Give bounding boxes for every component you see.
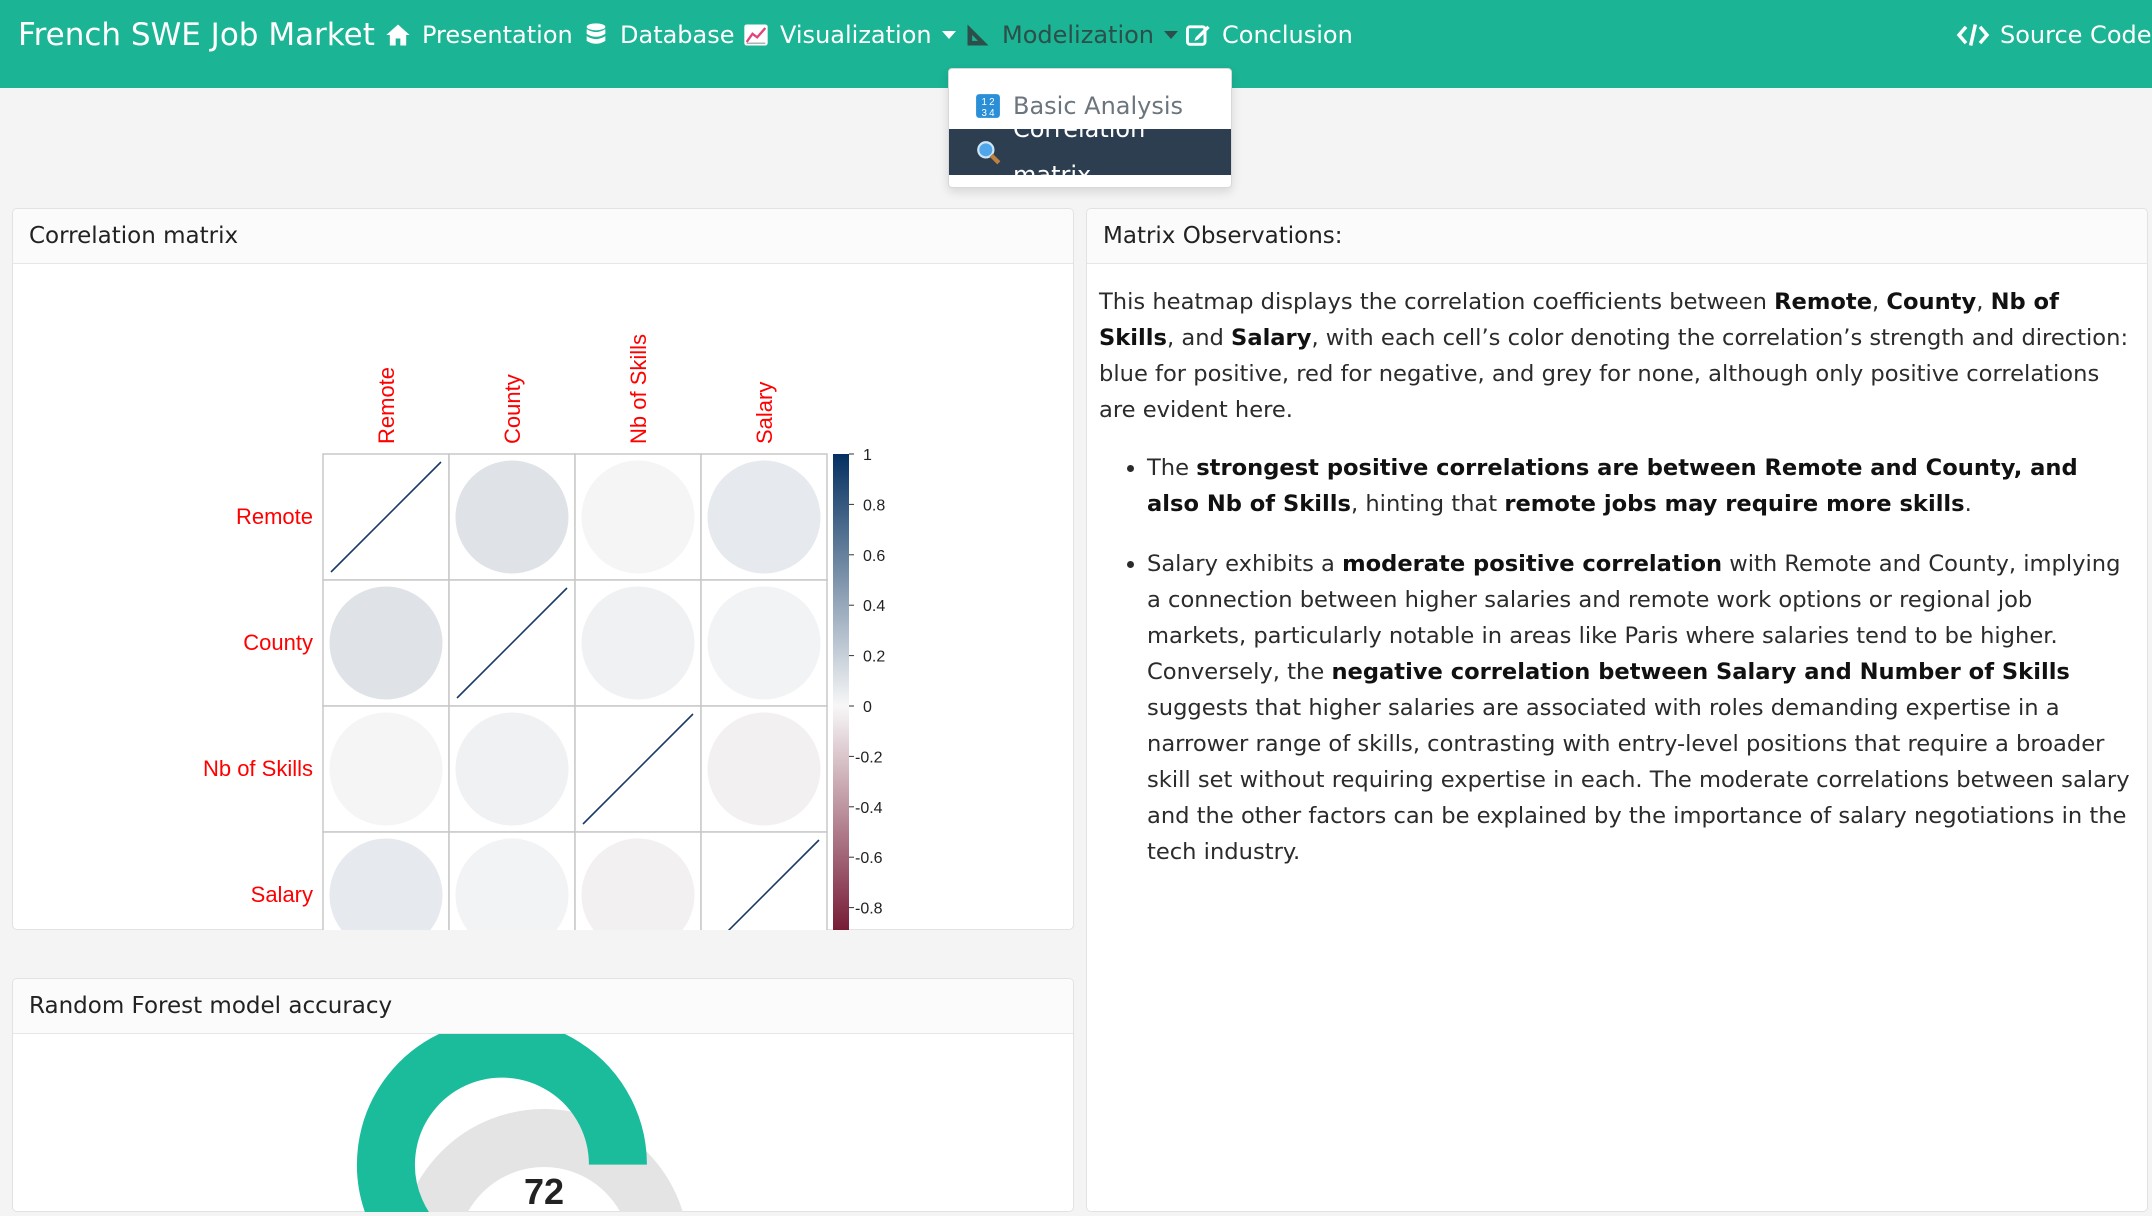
magnifier-icon xyxy=(977,141,1001,165)
colorbar xyxy=(833,454,849,958)
ruler-icon xyxy=(967,24,989,46)
chart-icon xyxy=(744,24,768,46)
random-forest-card-title: Random Forest model accuracy xyxy=(13,979,1073,1034)
heatmap-circle xyxy=(329,712,443,826)
correlation-heatmap: Remote County Nb of Skills Salary Remote Coun… xyxy=(203,334,885,968)
svg-text:2: 2 xyxy=(989,97,994,108)
nav-database-label: Database xyxy=(620,21,735,49)
correlation-matrix-card: Correlation matrix Remote County Nb of Ski… xyxy=(12,208,1074,968)
edit-icon xyxy=(1186,25,1210,46)
colorbar-tick-label: -0.6 xyxy=(855,850,883,867)
chevron-down-icon xyxy=(941,31,956,39)
colorbar-tick-label: -0.4 xyxy=(855,800,883,817)
colorbar-tick-label: 0 xyxy=(863,699,872,716)
matrix-observations-card: Matrix Observations: This heatmap displa… xyxy=(1086,208,2148,1212)
svg-text:1: 1 xyxy=(982,97,987,108)
database-icon xyxy=(586,23,606,44)
code-icon xyxy=(1956,24,1990,46)
column-label: Nb of Skills xyxy=(626,334,651,444)
heatmap-circle xyxy=(707,586,821,700)
nav-presentation-label: Presentation xyxy=(422,21,573,49)
chevron-down-icon xyxy=(1164,31,1179,39)
nav-presentation[interactable]: Presentation xyxy=(384,0,573,70)
nav-source-code[interactable]: Source Code xyxy=(1956,0,2152,70)
gauge-value: 72 xyxy=(524,1171,564,1212)
dropdown-item-correlation-matrix-label: Correlation matrix xyxy=(1012,115,1146,189)
correlation-matrix-card-title: Correlation matrix xyxy=(13,209,1073,264)
row-label: Salary xyxy=(251,882,313,907)
nav-conclusion[interactable]: Conclusion xyxy=(1184,0,1353,70)
colorbar-tick-label: 0.8 xyxy=(863,497,885,514)
heatmap-circle xyxy=(455,460,569,574)
dropdown-item-correlation-matrix[interactable]: Correlation matrix xyxy=(949,115,1231,189)
home-icon xyxy=(386,24,410,46)
list-item: The strongest positive correlations are … xyxy=(1147,450,2135,522)
nav-visualization-label: Visualization xyxy=(780,21,932,49)
colorbar-tick-label: 0.6 xyxy=(863,548,885,565)
column-label: County xyxy=(500,374,525,444)
heatmap-circle xyxy=(455,712,569,826)
heatmap-circle xyxy=(581,586,695,700)
heatmap-cell xyxy=(700,831,828,959)
list-item: Salary exhibits a moderate positive corr… xyxy=(1147,546,2135,870)
row-label: Remote xyxy=(236,504,313,529)
nav-conclusion-label: Conclusion xyxy=(1222,21,1353,49)
heatmap-circle xyxy=(581,460,695,574)
observations-intro: This heatmap displays the correlation co… xyxy=(1099,289,2129,423)
brand-title[interactable]: French SWE Job Market xyxy=(18,0,375,70)
observations-list: The strongest positive correlations are … xyxy=(1099,450,2135,870)
column-label: Remote xyxy=(374,367,399,444)
heatmap-circle xyxy=(707,460,821,574)
row-label: Nb of Skills xyxy=(203,756,313,781)
colorbar-tick-label: -0.8 xyxy=(855,901,883,918)
colorbar-tick-label: -0.2 xyxy=(855,749,883,766)
svg-text:3: 3 xyxy=(982,108,987,119)
nav-modelization-label: Modelization xyxy=(1002,21,1155,49)
svg-text:4: 4 xyxy=(989,108,995,119)
heatmap-circle xyxy=(707,712,821,826)
heatmap-circle xyxy=(329,586,443,700)
colorbar-tick-label: 0.2 xyxy=(863,649,885,666)
colorbar-tick-label: 0.4 xyxy=(863,598,885,615)
matrix-observations-card-title: Matrix Observations: xyxy=(1087,209,2147,264)
column-label: Salary xyxy=(752,382,777,444)
nav-database[interactable]: Database xyxy=(582,0,735,70)
colorbar-tick-label: 1 xyxy=(863,447,872,464)
numbers-icon: 1 2 3 4 xyxy=(976,94,1000,119)
nav-visualization[interactable]: Visualization xyxy=(742,0,956,70)
nav-modelization[interactable]: Modelization xyxy=(964,0,1179,70)
random-forest-accuracy-card: Random Forest model accuracy 72 0 100 xyxy=(12,978,1074,1216)
row-label: County xyxy=(243,630,313,655)
accuracy-gauge: 72 0 100 xyxy=(356,1019,684,1216)
modelization-dropdown-menu: 1 2 3 4 Basic Analysis Correlation matri… xyxy=(948,68,1232,189)
nav-source-code-label: Source Code xyxy=(2000,21,2152,49)
observations-body: This heatmap displays the correlation co… xyxy=(1087,264,2147,870)
